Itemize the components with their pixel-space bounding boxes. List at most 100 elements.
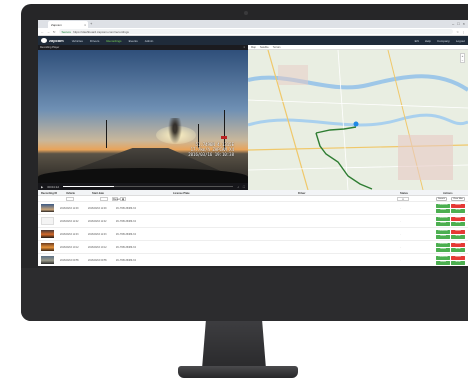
status-badge: ·	[400, 233, 401, 236]
maximize-icon[interactable]: □	[457, 21, 459, 26]
col-vehicle[interactable]: Vehicle	[66, 192, 75, 195]
map-type-map[interactable]: Map	[251, 46, 256, 49]
logout-link[interactable]: Logout	[456, 39, 465, 43]
download-button[interactable]: Download	[436, 256, 450, 260]
status-filter[interactable]: ▾	[397, 197, 409, 201]
download-button[interactable]: Download	[436, 217, 450, 221]
window-close-icon[interactable]: ×	[463, 21, 465, 26]
fullscreen-icon[interactable]: ⛶	[243, 185, 245, 189]
browser-toolbar: ← → ↻ Secure https://dashboard.zapcam.co…	[38, 28, 468, 36]
nav-item-vehicles[interactable]: Vehicles	[72, 39, 83, 43]
calendar-icon[interactable]: ▦	[120, 197, 126, 201]
browser-tab[interactable]: Zapcam ×	[48, 21, 88, 28]
download-button[interactable]: Download	[436, 230, 450, 234]
table-row[interactable]: 2016/03/16 11:03 2016/03/16 11:03 ZC-TDB…	[38, 228, 468, 241]
app-navbar: zapcam Vehicles Drivers Recordings Event…	[38, 36, 468, 45]
minimize-icon[interactable]: –	[452, 21, 454, 26]
telemetry-timestamp: 2016/03/16 19:10:38	[188, 152, 234, 157]
elapsed-time: 00:04:12	[47, 184, 59, 189]
video-frame[interactable]: 51.7496N 4.1315E 17.7km/h ZAPCAM X4 2016…	[38, 50, 248, 183]
recording-thumbnail[interactable]	[41, 230, 54, 238]
new-tab-icon[interactable]: +	[90, 21, 92, 26]
recording-date: 2016/03/16 11:02	[88, 220, 107, 223]
delete-button[interactable]: Delete	[451, 230, 465, 234]
date-filter[interactable]	[100, 197, 108, 201]
map-zoom-control[interactable]: + −	[460, 53, 465, 63]
date-reset[interactable]: Reset	[112, 197, 120, 201]
col-driver[interactable]: Driver	[298, 192, 306, 195]
download-button[interactable]: Download	[436, 204, 450, 208]
col-status[interactable]: Status	[400, 192, 408, 195]
brand-logo[interactable]: zapcam	[41, 38, 64, 43]
map-urban-area	[398, 135, 453, 180]
video-panel-title: Recording Player	[40, 46, 60, 49]
share-button[interactable]: Share	[451, 222, 465, 226]
recording-thumbnail[interactable]	[41, 256, 54, 264]
url-text: https://dashboard.zapcam.com/recordings	[73, 29, 129, 34]
nav-item-admin[interactable]: Admin	[145, 39, 154, 43]
col-start-date[interactable]: Start date	[92, 192, 104, 195]
language-link[interactable]: EN	[415, 39, 419, 43]
download-button[interactable]: Download	[436, 243, 450, 247]
recording-date: 2016/03/16 09:55	[88, 259, 107, 262]
details-button[interactable]: Details	[436, 222, 450, 226]
help-link[interactable]: Help	[425, 39, 431, 43]
recording-thumbnail[interactable]	[41, 204, 54, 212]
recording-id: 2016/03/16 09:55	[60, 259, 79, 262]
address-bar[interactable]: Secure https://dashboard.zapcam.com/reco…	[58, 29, 454, 34]
details-button[interactable]: Details	[436, 235, 450, 239]
table-row[interactable]: 2016/03/16 11:02 2016/03/16 11:02 ZC-TDB…	[38, 215, 468, 228]
menu-icon[interactable]: ⋮	[462, 30, 465, 34]
col-actions[interactable]: Actions	[443, 192, 453, 195]
status-badge: ·	[400, 259, 401, 262]
recording-id: 2016/03/16 11:03	[60, 233, 79, 236]
recording-thumbnail[interactable]	[41, 243, 54, 251]
col-license-plate[interactable]: License Plate	[173, 192, 190, 195]
table-row[interactable]: 2016/03/16 11:09 2016/03/16 11:09 ZC-TDB…	[38, 202, 468, 215]
volume-icon[interactable]: ♪	[237, 185, 239, 189]
share-button[interactable]: Share	[451, 209, 465, 213]
window-controls: – □ ×	[452, 21, 465, 26]
share-button[interactable]: Share	[451, 261, 465, 265]
nav-item-drivers[interactable]: Drivers	[90, 39, 100, 43]
nav-item-recordings[interactable]: Recordings	[106, 39, 121, 43]
close-icon[interactable]: ×	[84, 23, 86, 27]
details-button[interactable]: Details	[436, 209, 450, 213]
recording-thumbnail[interactable]	[41, 217, 54, 225]
share-button[interactable]: Share	[451, 235, 465, 239]
vehicle-position-marker[interactable]	[353, 121, 359, 127]
monitor-base	[178, 366, 298, 378]
progress-bar[interactable]	[63, 186, 234, 187]
video-dashboard	[38, 168, 248, 183]
map-type-satellite[interactable]: Satellite	[260, 46, 269, 49]
back-icon[interactable]: ←	[41, 30, 44, 34]
delete-button[interactable]: Delete	[451, 256, 465, 260]
table-row[interactable]: 2016/03/16 09:55 2016/03/16 09:55 ZC-TDB…	[38, 254, 468, 266]
zoom-out-icon[interactable]: −	[461, 58, 464, 62]
map-type-terrain[interactable]: Terrain	[273, 46, 281, 49]
play-icon[interactable]: ▶	[41, 185, 43, 189]
details-button[interactable]: Details	[436, 261, 450, 265]
clear-filter-button[interactable]: Clear filter	[451, 197, 465, 201]
company-link[interactable]: Company	[437, 39, 450, 43]
vehicle-filter[interactable]	[66, 197, 74, 201]
logo-icon	[41, 38, 47, 43]
forward-icon[interactable]: →	[47, 30, 50, 34]
reload-icon[interactable]: ↻	[53, 30, 56, 34]
close-icon[interactable]: ×	[244, 46, 245, 49]
nav-item-events[interactable]: Events	[129, 39, 138, 43]
delete-button[interactable]: Delete	[451, 243, 465, 247]
recording-id: 2016/03/16 10:12	[60, 246, 79, 249]
delete-button[interactable]: Delete	[451, 204, 465, 208]
col-recording-id[interactable]: Recording ID	[41, 192, 57, 195]
share-button[interactable]: Share	[451, 248, 465, 252]
status-badge: ·	[400, 207, 401, 210]
delete-button[interactable]: Delete	[451, 217, 465, 221]
details-button[interactable]: Details	[436, 248, 450, 252]
map-panel[interactable]: Map Satellite Terrain + −	[248, 45, 468, 190]
search-button[interactable]: Search	[436, 197, 447, 201]
video-tree	[168, 118, 182, 144]
table-row[interactable]: 2016/03/16 10:12 2016/03/16 10:12 ZC-TDB…	[38, 241, 468, 254]
map-canvas[interactable]	[248, 50, 468, 190]
star-icon[interactable]: ☆	[456, 30, 459, 34]
